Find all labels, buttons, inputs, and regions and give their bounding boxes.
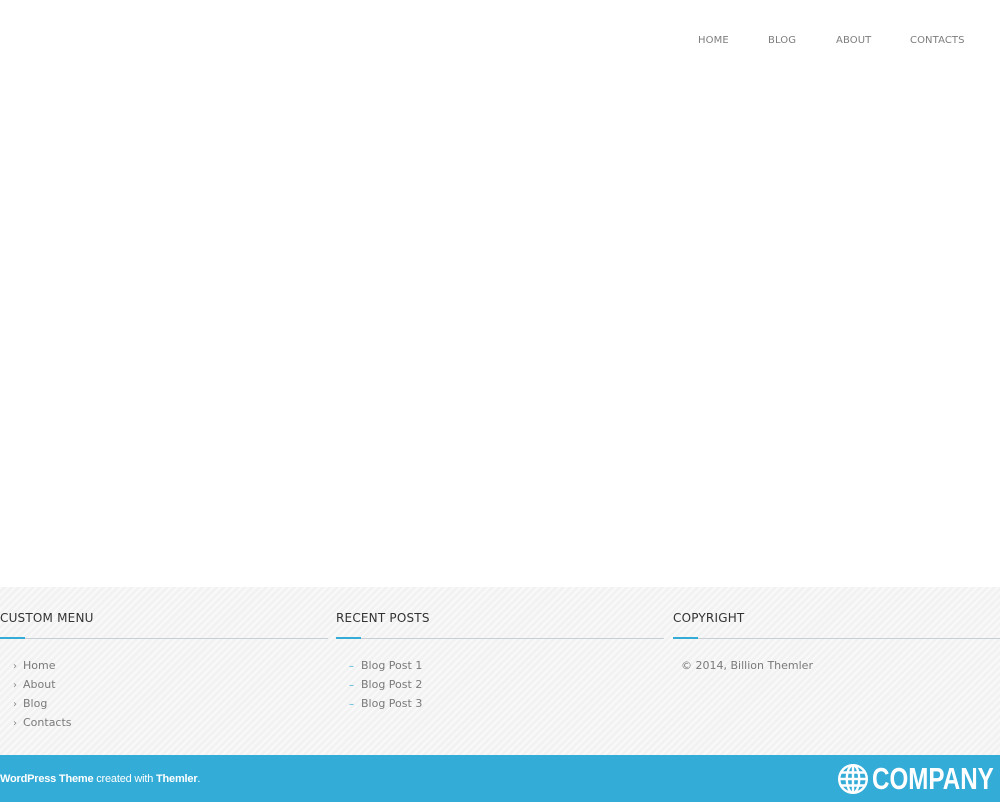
copyright-text: © 2014, Billion Themler [681,659,813,672]
theme-credit: WordPress Theme created with Themler. [0,773,200,785]
dash-icon: – [349,661,354,672]
themler-link[interactable]: Themler [156,773,198,785]
dash-icon: – [349,699,354,710]
custom-menu-item-label: Blog [23,697,48,710]
custom-menu-list: › Home › About › Blog › Contacts [13,657,72,733]
chevron-right-icon: › [13,661,17,672]
copyright-title: COPYRIGHT [673,611,745,625]
credit-end: . [197,773,201,785]
custom-menu-item-home[interactable]: › Home [13,657,72,676]
nav-about-link[interactable]: ABOUT [836,34,871,48]
credit-text: created with [93,773,157,785]
recent-post-label: Blog Post 2 [361,678,423,691]
nav-contacts-link[interactable]: CONTACTS [910,34,965,48]
recent-post-label: Blog Post 1 [361,659,423,672]
globe-icon [837,763,869,795]
recent-post-item[interactable]: – Blog Post 3 [349,695,422,714]
copyright-widget: COPYRIGHT © 2014, Billion Themler [673,587,1000,755]
accent-bar [336,637,361,639]
chevron-right-icon: › [13,718,17,729]
custom-menu-widget: CUSTOM MENU › Home › About › Blog › Contacts [0,587,328,755]
custom-menu-item-label: Contacts [23,716,72,729]
nav-blog-link[interactable]: BLOG [768,34,796,48]
divider [673,638,1000,639]
custom-menu-item-label: Home [23,659,56,672]
custom-menu-item-about[interactable]: › About [13,676,72,695]
custom-menu-item-label: About [23,678,56,691]
accent-bar [0,637,25,639]
logo-text: COMPANY [872,761,994,796]
custom-menu-item-blog[interactable]: › Blog [13,695,72,714]
footer-widgets: CUSTOM MENU › Home › About › Blog › Contacts… [0,587,1000,755]
accent-bar [673,637,698,639]
recent-posts-list: – Blog Post 1 – Blog Post 2 – Blog Post 3 [349,657,422,714]
recent-post-item[interactable]: – Blog Post 2 [349,676,422,695]
dash-icon: – [349,680,354,691]
nav-home-link[interactable]: HOME [698,34,729,48]
wordpress-theme-link[interactable]: WordPress Theme [0,773,94,785]
custom-menu-item-contacts[interactable]: › Contacts [13,714,72,733]
recent-posts-title: RECENT POSTS [336,611,430,625]
recent-posts-widget: RECENT POSTS – Blog Post 1 – Blog Post 2 –… [336,587,664,755]
recent-post-label: Blog Post 3 [361,697,423,710]
divider [0,638,328,639]
custom-menu-title: CUSTOM MENU [0,611,94,625]
chevron-right-icon: › [13,680,17,691]
bottom-bar: WordPress Theme created with Themler. CO… [0,755,1000,802]
company-logo[interactable]: COMPANY [837,761,994,796]
recent-post-item[interactable]: – Blog Post 1 [349,657,422,676]
divider [336,638,664,639]
chevron-right-icon: › [13,699,17,710]
